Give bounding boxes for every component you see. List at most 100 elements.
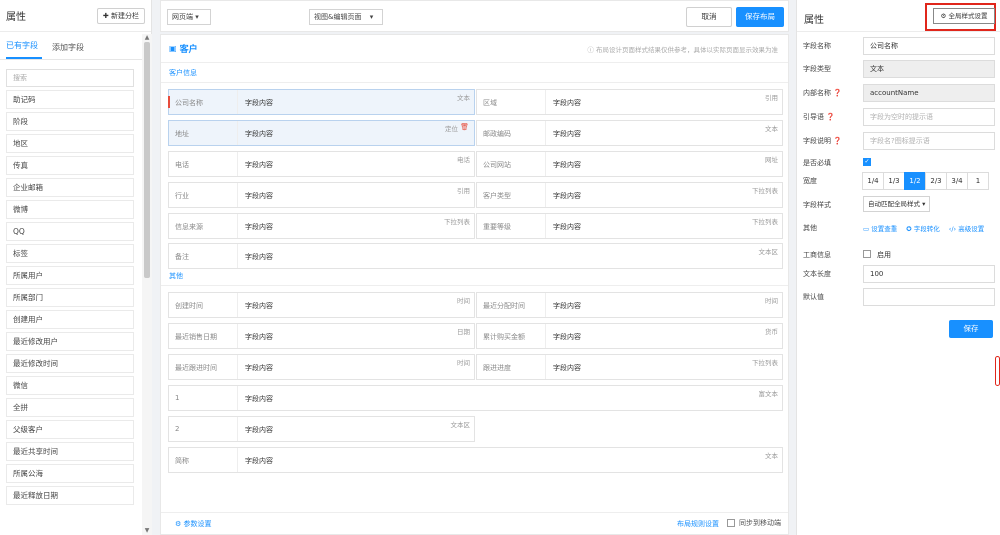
field-list-item[interactable]: QQ: [6, 222, 134, 241]
field-list-item[interactable]: 阶段: [6, 112, 134, 131]
field-list-item[interactable]: 最近修改时间: [6, 354, 134, 373]
layout-field-cell[interactable]: 累计购买金额 字段内容 货币: [476, 323, 783, 349]
layout-field-cell[interactable]: 创建时间 字段内容 时间: [168, 292, 475, 318]
panel-scrollbar[interactable]: [995, 356, 1000, 386]
layout-field-cell[interactable]: 备注 字段内容 文本区: [168, 243, 783, 269]
guide-input[interactable]: 字段为空时的提示语: [863, 108, 995, 126]
field-style-value: 自动匹配全局样式: [868, 200, 920, 208]
prop-label: 工商信息: [803, 251, 831, 259]
layout-field-cell[interactable]: 客户类型 字段内容 下拉列表: [476, 182, 783, 208]
field-list-item[interactable]: 创建用户: [6, 310, 134, 329]
field-list-item[interactable]: 最近释放日期: [6, 486, 134, 505]
field-list-item[interactable]: 传真: [6, 156, 134, 175]
advanced-settings-link[interactable]: ‹/› 高级设置: [949, 223, 984, 233]
global-style-button[interactable]: ⚙ 全局样式设置: [933, 8, 995, 24]
field-search-input[interactable]: 搜索: [6, 69, 134, 87]
layout-field-cell[interactable]: 最近销售日期 字段内容 日期: [168, 323, 475, 349]
layout-field-cell[interactable]: 行业 字段内容 引用: [168, 182, 475, 208]
width-option[interactable]: 1/2: [904, 172, 926, 190]
layout-rules-link[interactable]: 布局规则设置: [677, 519, 719, 529]
layout-field-cell[interactable]: 2 字段内容 文本区: [168, 416, 475, 442]
new-group-button[interactable]: ✚ 新建分栏: [96, 7, 145, 24]
duplicate-check-link[interactable]: ▭ 设置查重: [863, 223, 897, 233]
description-input[interactable]: 字段名?图标提示语: [863, 132, 995, 150]
cell-divider: [545, 355, 546, 379]
layout-field-cell[interactable]: 电话 字段内容 电话: [168, 151, 475, 177]
default-value-input[interactable]: [863, 288, 995, 306]
trash-icon[interactable]: 🗑: [460, 123, 469, 131]
field-list-item[interactable]: 最近修改用户: [6, 332, 134, 351]
view-select[interactable]: 视图&编辑页面 ▾: [309, 9, 383, 25]
cell-label: 公司名称: [175, 99, 203, 107]
width-option[interactable]: 3/4: [946, 172, 968, 190]
field-list-item[interactable]: 最近共享时间: [6, 442, 134, 461]
cell-divider: [237, 324, 238, 348]
help-icon[interactable]: ❓: [833, 137, 842, 145]
layout-field-cell[interactable]: 1 字段内容 富文本: [168, 385, 783, 411]
required-checkbox[interactable]: ✓: [863, 158, 871, 166]
cell-type: 文本区: [758, 248, 779, 256]
field-list-item[interactable]: 所属用户: [6, 266, 134, 285]
field-list-item[interactable]: 所属公海: [6, 464, 134, 483]
layout-field-cell[interactable]: 最近跟进时间 字段内容 时间: [168, 354, 475, 380]
layout-field-cell[interactable]: 信息来源 字段内容 下拉列表: [168, 213, 475, 239]
layout-field-cell[interactable]: 最近分配时间 字段内容 时间: [476, 292, 783, 318]
cell-type: 定位: [445, 125, 458, 133]
width-option[interactable]: 1/3: [883, 172, 905, 190]
cell-label: 简称: [175, 457, 189, 465]
field-list-item[interactable]: 所属部门: [6, 288, 134, 307]
field-list-item[interactable]: 父级客户: [6, 420, 134, 439]
field-list-item[interactable]: 全拼: [6, 398, 134, 417]
cell-divider: [237, 152, 238, 176]
cell-type: 电话: [457, 156, 470, 164]
cell-divider: [237, 293, 238, 317]
save-button[interactable]: 保存: [949, 320, 993, 338]
layout-field-cell[interactable]: 重要等级 字段内容 下拉列表: [476, 213, 783, 239]
tab-add-fields[interactable]: 添加字段: [52, 42, 88, 59]
scroll-down-icon[interactable]: ▼: [144, 527, 150, 534]
width-options: 1/4 1/3 1/2 2/3 3/4 1: [862, 172, 989, 190]
help-icon[interactable]: ❓: [826, 113, 835, 121]
layout-field-cell[interactable]: 邮政编码 字段内容 文本: [476, 120, 783, 146]
scrollbar-thumb[interactable]: [144, 42, 150, 278]
canvas-footer: ⚙ 参数设置 布局规则设置 同步到移动端: [161, 512, 788, 534]
width-option[interactable]: 2/3: [925, 172, 947, 190]
layout-field-cell[interactable]: 跟进进度 字段内容 下拉列表: [476, 354, 783, 380]
cell-value: 字段内容: [245, 364, 273, 372]
param-settings-link[interactable]: ⚙ 参数设置: [175, 519, 212, 529]
tab-existing-fields[interactable]: 已有字段: [6, 40, 42, 59]
prop-description: 字段说明 ❓ 字段名?图标提示语: [803, 132, 997, 150]
save-layout-button[interactable]: 保存布局: [736, 7, 784, 27]
field-list-item[interactable]: 助记码: [6, 90, 134, 109]
field-list-item[interactable]: 标签: [6, 244, 134, 263]
field-convert-link[interactable]: ✪ 字段转化: [906, 223, 940, 233]
sync-mobile-checkbox[interactable]: 同步到移动端: [727, 518, 781, 528]
field-name-input[interactable]: 公司名称: [863, 37, 995, 55]
property-panel-title: 属性: [804, 15, 824, 26]
help-icon[interactable]: ❓: [833, 89, 842, 97]
scroll-up-icon[interactable]: ▲: [144, 34, 150, 41]
text-length-input[interactable]: 100: [863, 265, 995, 283]
layout-field-cell[interactable]: 公司名称 字段内容 文本: [168, 89, 475, 115]
field-list-scrollbar[interactable]: ▲ ▼: [142, 34, 152, 535]
layout-field-cell[interactable]: 地址 字段内容 定位 🗑: [168, 120, 475, 146]
editor-toolbar: 网页端 ▾ 视图&编辑页面 ▾ 取消 保存布局: [160, 0, 789, 32]
cell-label: 客户类型: [483, 192, 511, 200]
prop-label: 字段样式: [803, 201, 831, 209]
layout-field-cell[interactable]: 公司网站 字段内容 网址: [476, 151, 783, 177]
field-list-item[interactable]: 微信: [6, 376, 134, 395]
layout-field-cell[interactable]: 简称 字段内容 文本: [168, 447, 783, 473]
field-list-item[interactable]: 微博: [6, 200, 134, 219]
cell-label: 创建时间: [175, 302, 203, 310]
device-select-value: 网页端: [172, 13, 193, 21]
business-info-checkbox[interactable]: [863, 250, 871, 258]
layout-field-cell[interactable]: 区域 字段内容 引用: [476, 89, 783, 115]
field-style-select[interactable]: 自动匹配全局样式 ▾: [863, 196, 931, 212]
cell-value: 字段内容: [245, 253, 273, 261]
width-option[interactable]: 1: [967, 172, 989, 190]
device-select[interactable]: 网页端 ▾: [167, 9, 211, 25]
cancel-button[interactable]: 取消: [686, 7, 732, 27]
field-list-item[interactable]: 地区: [6, 134, 134, 153]
width-option[interactable]: 1/4: [862, 172, 884, 190]
field-list-item[interactable]: 企业邮箱: [6, 178, 134, 197]
